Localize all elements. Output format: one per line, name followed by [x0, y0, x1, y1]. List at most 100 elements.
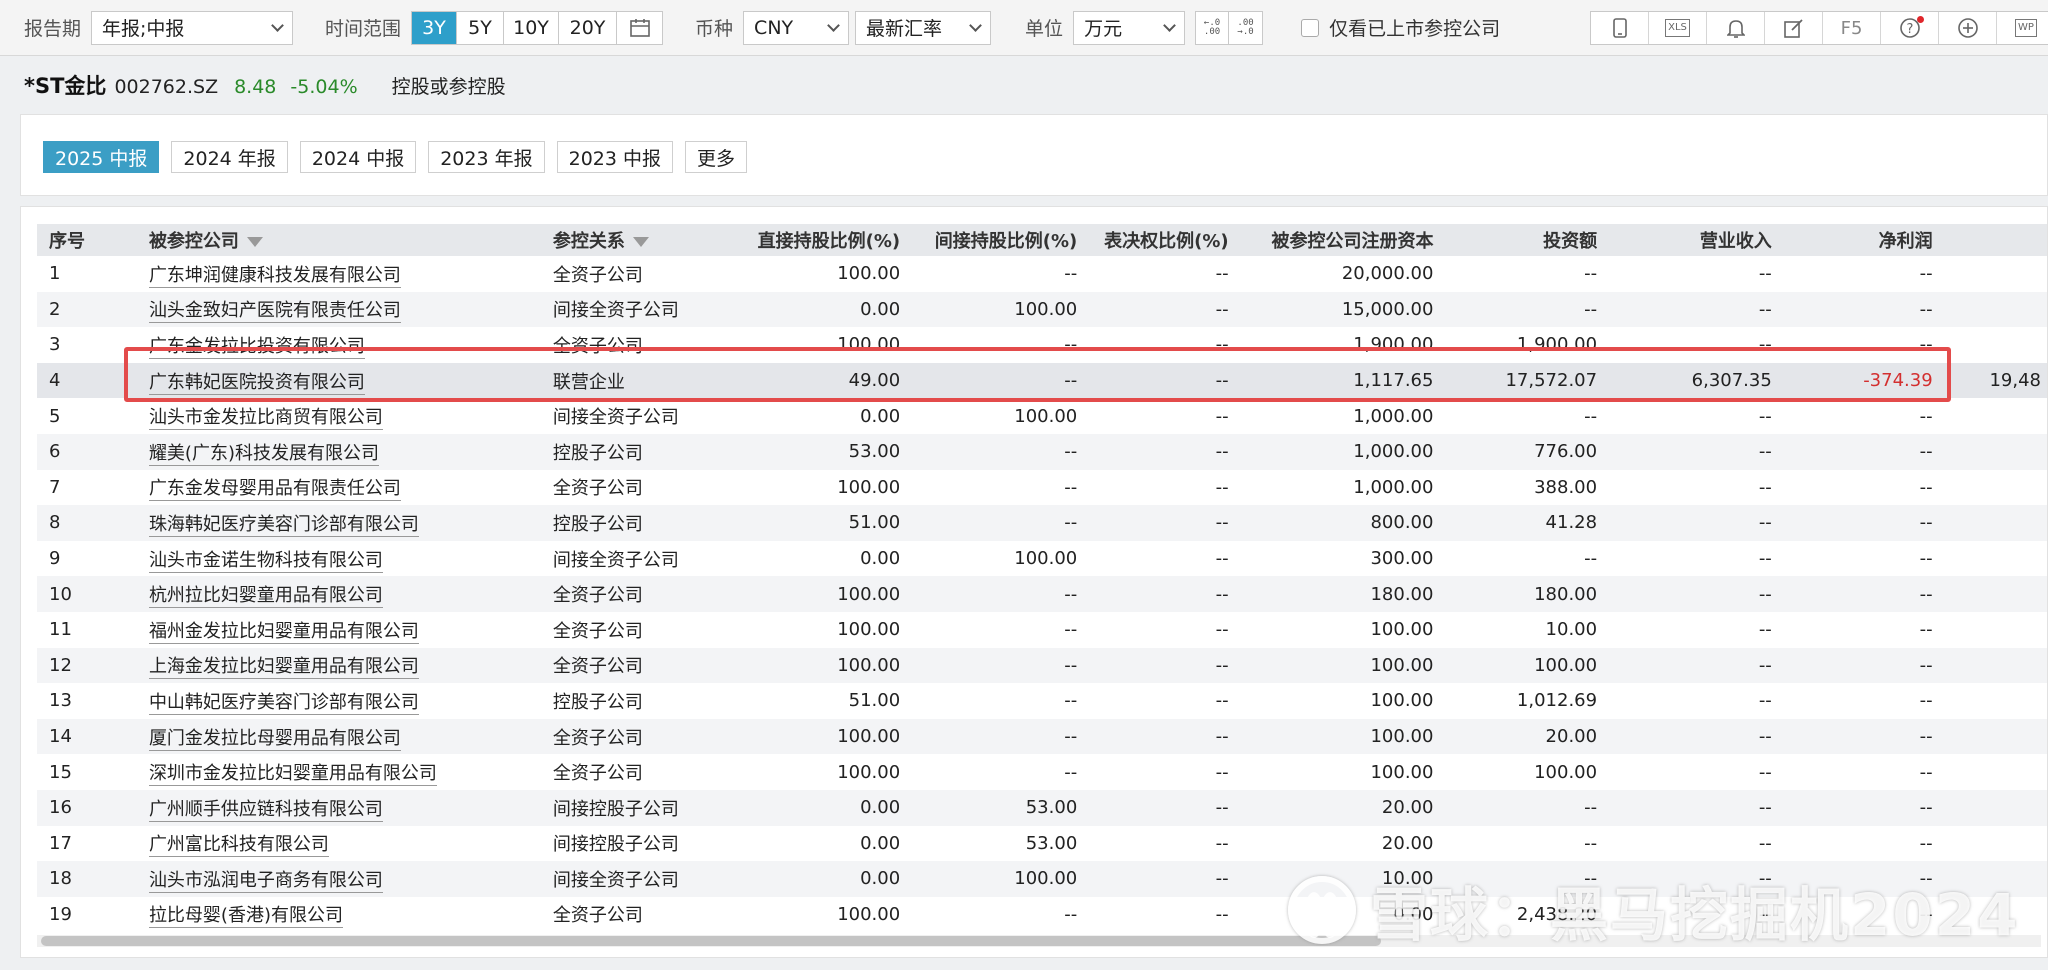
table-row[interactable]: 16 广州顺手供应链科技有限公司 间接控股子公司 0.00 53.00 -- 20.00 --…	[37, 789, 2047, 826]
table-row[interactable]: 10 杭州拉比妇婴童用品有限公司 全资子公司 100.00 -- -- 180.00 180.…	[37, 576, 2047, 612]
decimal-increase-button[interactable]: ←.0 .00	[1195, 10, 1230, 45]
company-link[interactable]: 广州富比科技有限公司	[148, 834, 329, 858]
company-link[interactable]: 汕头市泓润电子商务有限公司	[148, 869, 383, 893]
col-header-index[interactable]: 序号	[37, 224, 143, 256]
cell-company[interactable]: 厦门金发拉比母婴用品有限公司	[142, 718, 547, 755]
filter-icon[interactable]	[632, 237, 649, 247]
edit-icon[interactable]	[1765, 12, 1823, 44]
listed-only-checkbox[interactable]	[1301, 18, 1320, 37]
company-link[interactable]: 福州金发拉比妇婴童用品有限公司	[148, 620, 419, 644]
holdings-tab[interactable]: 控股或参控股	[392, 72, 506, 99]
company-link[interactable]: 广东金发母婴用品有限责任公司	[148, 478, 401, 502]
table-row[interactable]: 8 珠海韩妃医疗美容门诊部有限公司 控股子公司 51.00 -- -- 800.00 41.2…	[37, 505, 2047, 541]
company-link[interactable]: 珠海韩妃医疗美容门诊部有限公司	[148, 513, 419, 537]
add-icon[interactable]	[1939, 12, 1997, 44]
col-header-registered-capital[interactable]: 被参控公司注册资本	[1234, 224, 1440, 256]
col-header-indirect-pct[interactable]: 间接持股比例(%)	[906, 224, 1084, 256]
cell-company[interactable]: 上海金发拉比妇婴童用品有限公司	[142, 647, 547, 684]
cell-company[interactable]: 汕头市泓润电子商务有限公司	[142, 861, 547, 897]
cell-registered-capital: 1,117.65	[1234, 362, 1440, 399]
cell-company[interactable]: 中山韩妃医疗美容门诊部有限公司	[143, 683, 547, 719]
period-2023-annual[interactable]: 2023 年报	[428, 141, 545, 173]
company-link[interactable]: 汕头金致妇产医院有限责任公司	[148, 300, 401, 324]
col-header-direct-pct[interactable]: 直接持股比例(%)	[721, 224, 907, 256]
period-2023-interim[interactable]: 2023 中报	[556, 141, 674, 173]
cell-company[interactable]: 拉比母婴(香港)有限公司	[143, 897, 547, 933]
period-2025-interim[interactable]: 2025 中报	[43, 141, 160, 173]
col-header-voting-pct[interactable]: 表决权比例(%)	[1083, 224, 1235, 256]
help-icon[interactable]: ?	[1881, 12, 1939, 44]
period-2024-interim[interactable]: 2024 中报	[299, 141, 417, 173]
table-row[interactable]: 2 汕头金致妇产医院有限责任公司 间接全资子公司 0.00 100.00 -- 15,000…	[37, 291, 2047, 328]
period-2024-annual[interactable]: 2024 年报	[171, 141, 288, 173]
cell-company[interactable]: 广州顺手供应链科技有限公司	[142, 789, 547, 826]
time-range-3y[interactable]: 3Y	[412, 11, 458, 44]
company-link[interactable]: 杭州拉比妇婴童用品有限公司	[148, 585, 383, 609]
cell-company[interactable]: 杭州拉比妇婴童用品有限公司	[142, 576, 547, 612]
rate-select[interactable]: 最新汇率	[855, 10, 992, 45]
table-row[interactable]: 5 汕头市金发拉比商贸有限公司 间接全资子公司 0.00 100.00 -- 1,000.0…	[37, 398, 2047, 434]
cell-company[interactable]: 汕头市金诺生物科技有限公司	[143, 541, 547, 577]
cell-registered-capital: 1,000.00	[1234, 433, 1440, 470]
horizontal-scrollbar-thumb[interactable]	[41, 936, 1381, 946]
table-row[interactable]: 12 上海金发拉比妇婴童用品有限公司 全资子公司 100.00 -- -- 100.00 10…	[37, 647, 2047, 684]
cell-company[interactable]: 深圳市金发拉比妇婴童用品有限公司	[143, 754, 547, 790]
col-header-revenue[interactable]: 营业收入	[1603, 224, 1778, 256]
cell-company[interactable]: 珠海韩妃医疗美容门诊部有限公司	[142, 505, 547, 541]
unit-select[interactable]: 万元	[1073, 10, 1186, 45]
table-row[interactable]: 14 厦门金发拉比母婴用品有限公司 全资子公司 100.00 -- -- 100.00 20.…	[37, 718, 2047, 755]
calendar-icon[interactable]	[617, 12, 662, 44]
cell-index: 11	[49, 619, 72, 641]
table-row[interactable]: 6 耀美(广东)科技发展有限公司 控股子公司 53.00 -- -- 1,000.00 776…	[37, 433, 2047, 470]
col-header-investment[interactable]: 投资额	[1439, 224, 1604, 256]
cell-registered-capital: 100.00	[1370, 619, 1434, 641]
f5-refresh-button[interactable]: F5	[1823, 12, 1881, 44]
cell-company[interactable]: 广东韩妃医院投资有限公司	[142, 362, 547, 399]
tablet-icon[interactable]	[1591, 12, 1649, 44]
company-link[interactable]: 厦门金发拉比母婴用品有限公司	[148, 727, 401, 751]
col-header-relation[interactable]: 参控关系	[546, 224, 722, 256]
bell-icon[interactable]	[1707, 12, 1765, 44]
table-row[interactable]: 7 广东金发母婴用品有限责任公司 全资子公司 100.00 -- -- 1,000.00 38…	[37, 470, 2047, 506]
cell-company[interactable]: 耀美(广东)科技发展有限公司	[142, 433, 547, 470]
table-row[interactable]: 9 汕头市金诺生物科技有限公司 间接全资子公司 0.00 100.00 -- 300.00 -…	[37, 541, 2047, 577]
cell-company[interactable]: 广州富比科技有限公司	[143, 826, 547, 862]
company-link[interactable]: 广东韩妃医院投资有限公司	[148, 371, 365, 395]
more-periods-button[interactable]: 更多	[685, 141, 748, 173]
col-header-net-profit[interactable]: 净利润	[1777, 224, 1939, 256]
cell-revenue: --	[1758, 690, 1772, 712]
cell-company[interactable]: 汕头市金发拉比商贸有限公司	[143, 398, 547, 434]
currency-select[interactable]: CNY	[743, 10, 850, 45]
company-link[interactable]: 上海金发拉比妇婴童用品有限公司	[148, 656, 419, 680]
company-link[interactable]: 广东金发拉比投资有限公司	[148, 335, 365, 359]
table-row[interactable]: 13 中山韩妃医疗美容门诊部有限公司 控股子公司 51.00 -- -- 100.00 1,0…	[37, 683, 2047, 719]
table-row[interactable]: 17 广州富比科技有限公司 间接控股子公司 0.00 53.00 -- 20.00 -- -- -…	[37, 826, 2047, 862]
table-row[interactable]: 15 深圳市金发拉比妇婴童用品有限公司 全资子公司 100.00 -- -- 100.00 1…	[37, 754, 2047, 790]
table-row[interactable]: 1 广东坤润健康科技发展有限公司 全资子公司 100.00 -- -- 20,000.00 -…	[37, 256, 2047, 292]
company-link[interactable]: 汕头市金发拉比商贸有限公司	[148, 407, 383, 431]
company-link[interactable]: 耀美(广东)科技发展有限公司	[148, 442, 379, 466]
wp-icon[interactable]: WP	[1997, 12, 2048, 44]
xls-export-icon[interactable]: XLS	[1649, 12, 1707, 44]
company-link[interactable]: 广东坤润健康科技发展有限公司	[148, 264, 401, 288]
cell-company[interactable]: 广东坤润健康科技发展有限公司	[143, 256, 547, 292]
time-range-10y[interactable]: 10Y	[504, 11, 560, 44]
cell-company[interactable]: 广东金发母婴用品有限责任公司	[143, 470, 547, 506]
cell-company[interactable]: 广东金发拉比投资有限公司	[143, 327, 547, 363]
time-range-5y[interactable]: 5Y	[457, 11, 505, 44]
cell-company[interactable]: 福州金发拉比妇婴童用品有限公司	[143, 612, 547, 648]
decimal-decrease-button[interactable]: .00 →.0	[1229, 10, 1264, 45]
cell-company[interactable]: 汕头金致妇产医院有限责任公司	[142, 291, 547, 328]
table-row[interactable]: 3 广东金发拉比投资有限公司 全资子公司 100.00 -- -- 1,900.00 1,90…	[37, 327, 2047, 363]
report-period-select[interactable]: 年报;中报	[91, 10, 294, 45]
col-header-company[interactable]: 被参控公司	[142, 224, 547, 256]
company-link[interactable]: 汕头市金诺生物科技有限公司	[148, 549, 383, 573]
filter-icon[interactable]	[246, 237, 263, 247]
company-link[interactable]: 拉比母婴(香港)有限公司	[148, 905, 343, 929]
table-row[interactable]: 4 广东韩妃医院投资有限公司 联营企业 49.00 -- -- 1,117.65 17,572…	[37, 362, 2047, 399]
company-link[interactable]: 深圳市金发拉比妇婴童用品有限公司	[148, 763, 437, 787]
table-row[interactable]: 11 福州金发拉比妇婴童用品有限公司 全资子公司 100.00 -- -- 100.00 10…	[37, 612, 2047, 648]
company-link[interactable]: 广州顺手供应链科技有限公司	[148, 798, 383, 822]
time-range-20y[interactable]: 20Y	[559, 11, 618, 44]
company-link[interactable]: 中山韩妃医疗美容门诊部有限公司	[148, 691, 419, 715]
